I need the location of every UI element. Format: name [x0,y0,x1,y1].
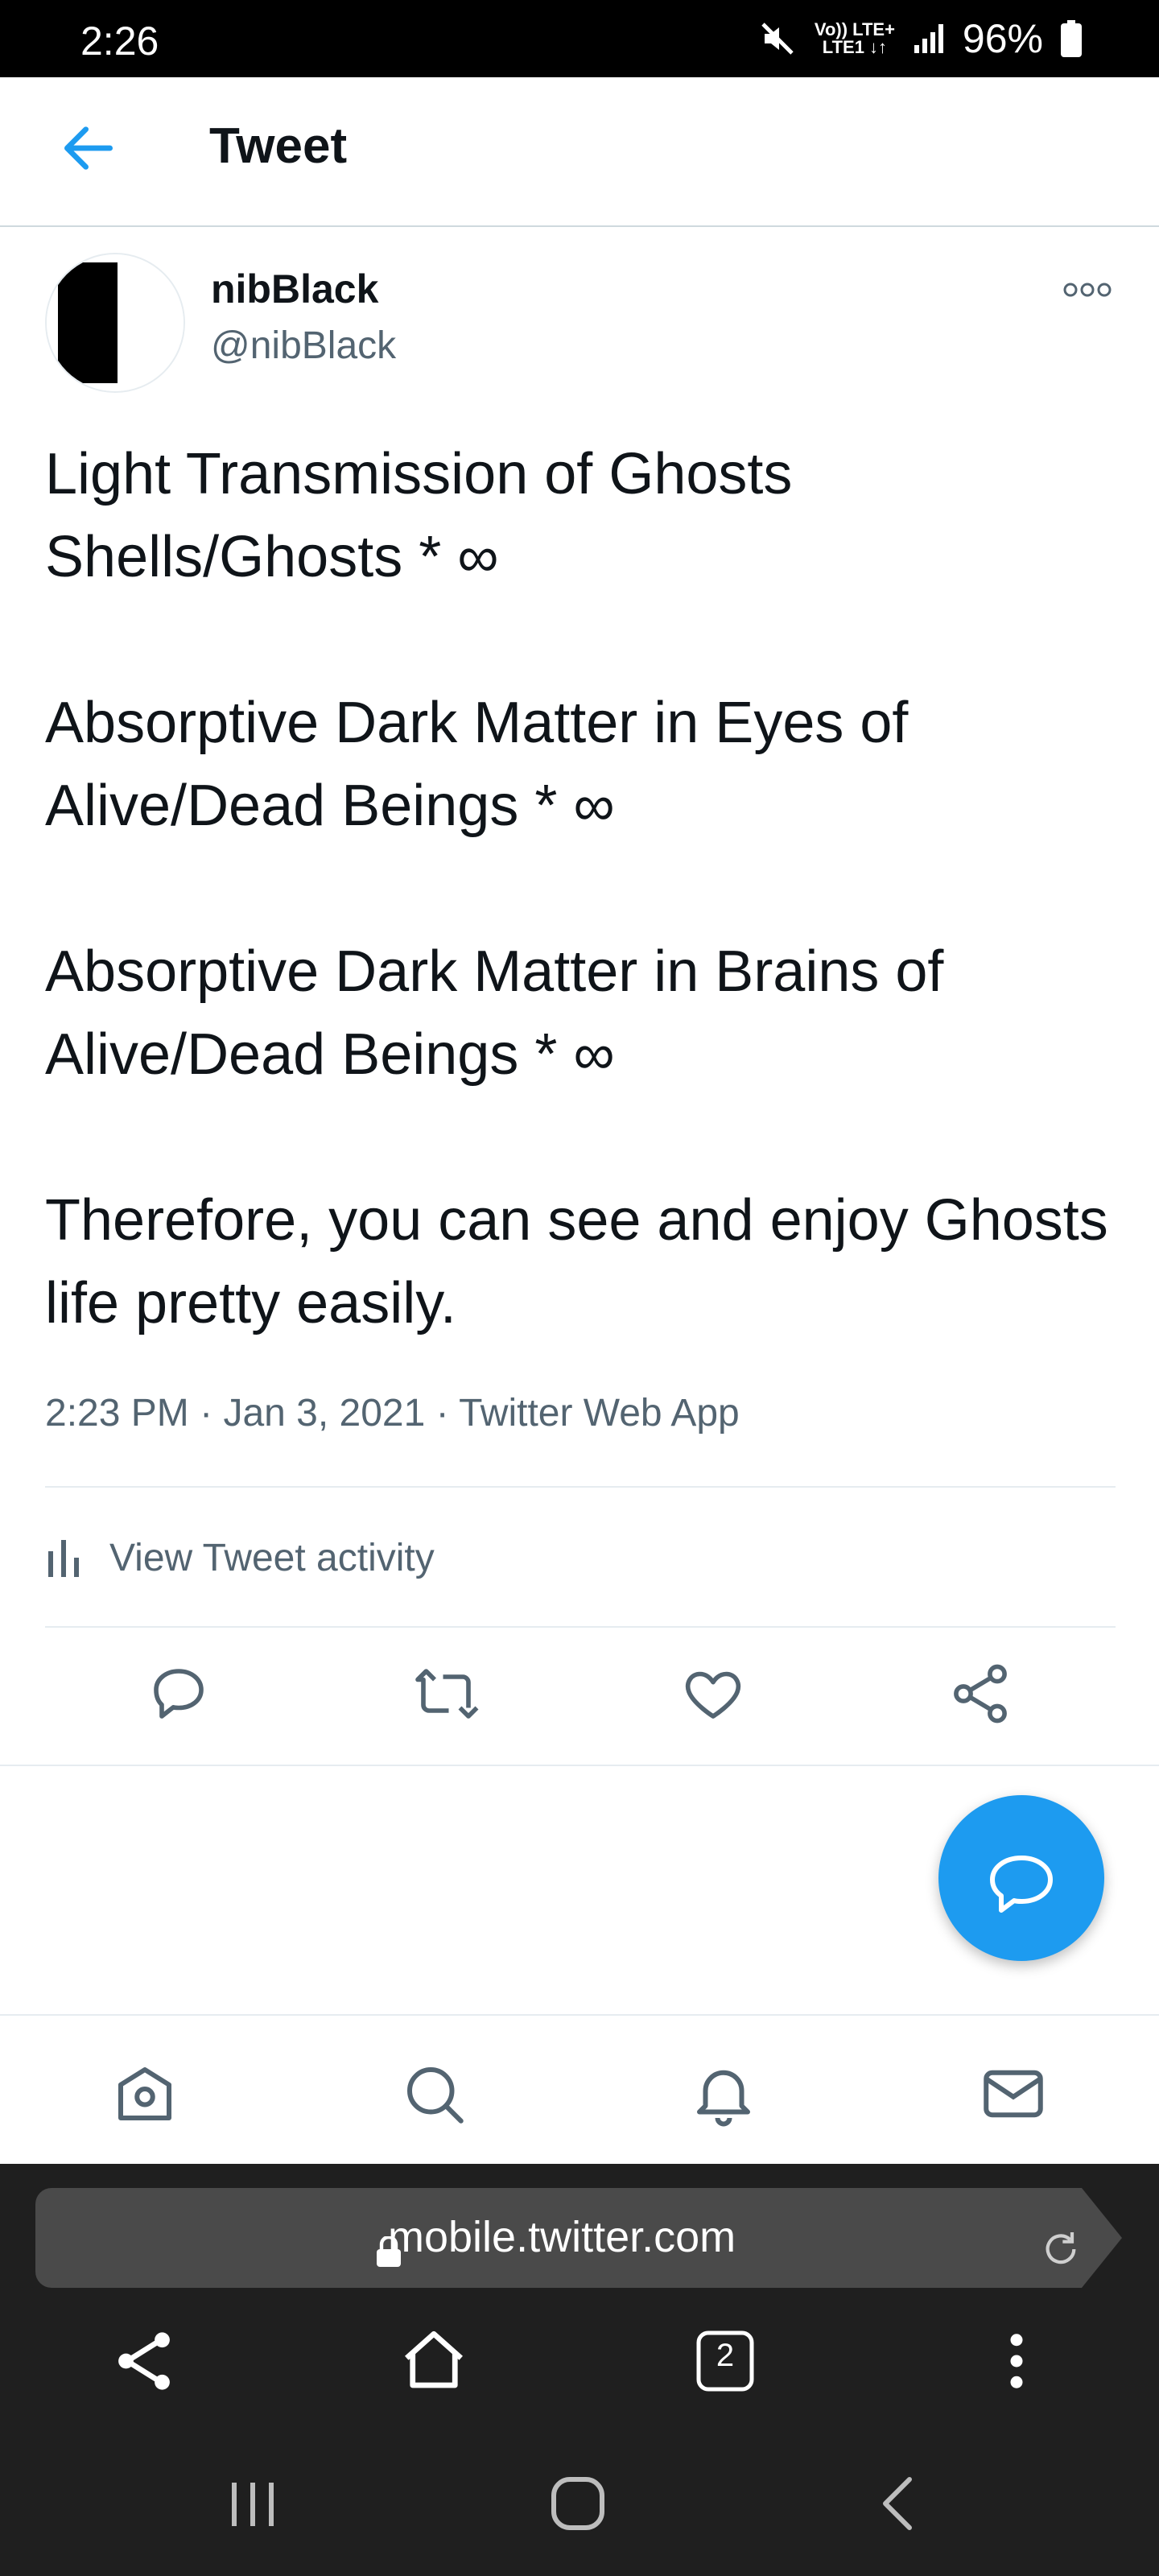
nav-search-button[interactable] [398,2058,470,2130]
status-bar: 2:26 Vo)) LTE+ LTE1 ↓↑ 96% [0,0,1159,77]
tweet-meta: 2:23 PM · Jan 3, 2021 · Twitter Web App [45,1391,740,1435]
nav-notifications-button[interactable] [687,2058,760,2130]
page-title: Tweet [209,118,348,174]
system-home-button[interactable] [546,2471,610,2536]
like-icon [685,1671,741,1719]
network-sim-label: LTE1 ↓↑ [822,37,888,57]
tabs-button[interactable]: 2 [689,2325,761,2397]
notifications-icon [697,2070,750,2127]
retweet-icon [415,1669,479,1719]
retweet-button[interactable] [412,1660,480,1728]
home-icon [118,2067,171,2120]
recents-icon [232,2483,274,2526]
like-button[interactable] [679,1660,747,1728]
tweet-text: Light Transmission of Ghosts Shells/Ghos… [45,442,1108,1335]
mute-icon [758,19,797,58]
reload-icon [1046,2232,1076,2264]
battery-icon [1061,20,1082,57]
messages-icon [984,2070,1043,2118]
reload-button[interactable] [1038,2227,1083,2272]
arrow-left-icon [64,126,113,170]
search-icon [407,2067,464,2124]
divider [45,1626,1116,1628]
user-handle[interactable]: @nibBlack [211,324,396,368]
nav-home-button[interactable] [109,2058,181,2130]
divider [0,1765,1159,1766]
signal-icon [913,23,945,55]
tweet-source[interactable]: Twitter Web App [459,1392,740,1435]
tweet-time: 2:23 PM [45,1392,189,1435]
back-icon [883,2477,912,2530]
tab-count: 2 [716,2338,735,2373]
network-indicator: Vo)) LTE+ LTE1 ↓↑ [815,21,895,56]
system-recents-button[interactable] [221,2471,285,2536]
compose-reply-button[interactable] [938,1795,1104,1961]
browser-toolbar: mobile.twitter.com 2 [0,2164,1159,2576]
meta-separator: · [200,1392,224,1435]
url-text[interactable]: mobile.twitter.com [388,2212,736,2262]
tweet-date: Jan 3, 2021 [223,1392,426,1435]
status-time: 2:26 [80,19,159,64]
menu-icon [1010,2334,1023,2388]
activity-chart-icon [48,1540,79,1577]
reply-button[interactable] [145,1660,212,1728]
more-icon [1063,283,1112,297]
compose-reply-icon [990,1856,1053,1913]
home-icon [405,2330,463,2388]
share-icon [954,1664,1007,1724]
activity-label: View Tweet activity [109,1536,435,1579]
share-icon [118,2332,170,2390]
display-name[interactable]: nibBlack [211,266,378,312]
app-header: Tweet [0,77,1159,227]
battery-percent: 96% [962,16,1043,61]
nav-messages-button[interactable] [977,2058,1050,2130]
share-button[interactable] [947,1660,1014,1728]
browser-home-button[interactable] [398,2325,470,2397]
more-options-button[interactable] [1059,274,1116,306]
reply-icon [154,1669,204,1719]
browser-share-button[interactable] [108,2325,180,2397]
avatar[interactable] [45,253,185,393]
system-back-button[interactable] [868,2471,932,2536]
back-button[interactable] [56,116,121,180]
bottom-nav [0,2014,1159,2164]
browser-menu-button[interactable] [980,2325,1053,2397]
view-tweet-activity-button[interactable]: View Tweet activity [45,1488,1116,1628]
meta-separator: · [435,1392,460,1435]
status-icons: Vo)) LTE+ LTE1 ↓↑ 96% [758,16,1082,61]
home-icon [551,2477,604,2530]
